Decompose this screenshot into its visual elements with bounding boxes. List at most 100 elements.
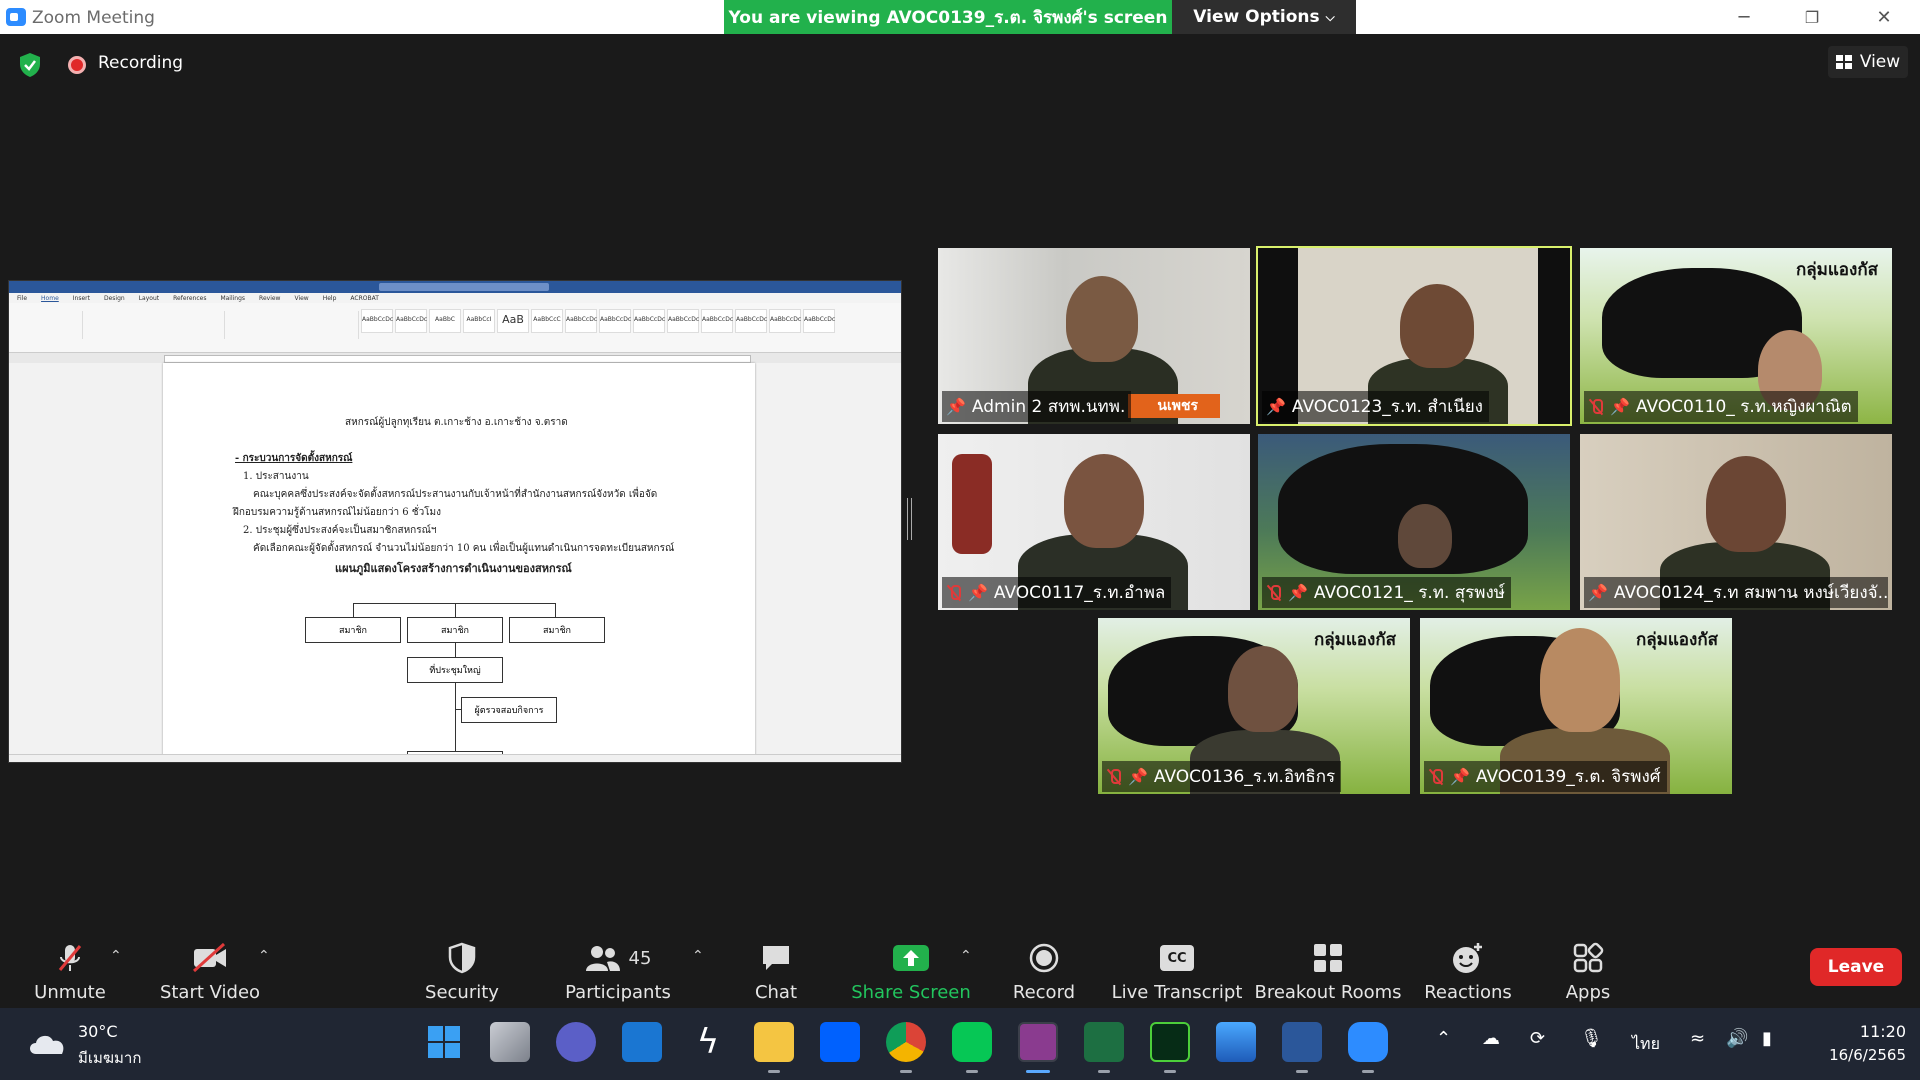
- doc-section-title: - กระบวนการจัดตั้งสหกรณ์: [235, 453, 353, 464]
- onedrive-cloud-icon[interactable]: ☁: [1482, 1028, 1500, 1049]
- clock-date[interactable]: 16/6/2565: [1812, 1046, 1906, 1064]
- participant-name: AVOC0124_ร.ท สมพาน หงษ์เวียงจั...: [1613, 583, 1888, 603]
- record-icon: [1028, 940, 1060, 976]
- teams-chat-icon[interactable]: [556, 1022, 596, 1062]
- restore-button[interactable]: ❐: [1784, 0, 1840, 34]
- weather-description[interactable]: มีเมฆมาก: [78, 1046, 141, 1070]
- video-tile[interactable]: กลุ่มแองกัส 📌 AVOC0139_ร.ต. จิรพงศ์: [1420, 618, 1732, 794]
- line-app-icon[interactable]: [952, 1022, 992, 1062]
- pin-icon: 📌: [1610, 397, 1630, 416]
- participant-name: AVOC0123_ร.ท. สำเนียง: [1291, 397, 1483, 417]
- participant-name-bar: 📌 AVOC0139_ร.ต. จิรพงศ์: [1424, 761, 1667, 792]
- mic-muted-icon: [1588, 398, 1604, 415]
- photos-icon[interactable]: [1216, 1022, 1256, 1062]
- participant-name-bar: 📌 AVOC0136_ร.ท.อิทธิกร: [1102, 761, 1342, 792]
- wifi-icon[interactable]: ≈: [1690, 1028, 1705, 1049]
- word-menu-item: ACROBAT: [350, 294, 379, 302]
- audio-options-caret-icon[interactable]: ⌃: [110, 948, 122, 964]
- participants-caret-icon[interactable]: ⌃: [692, 948, 704, 964]
- sync-icon[interactable]: ⟳: [1530, 1028, 1545, 1049]
- mail-icon[interactable]: [622, 1022, 662, 1062]
- recording-label[interactable]: Recording: [98, 53, 183, 73]
- leave-meeting-button[interactable]: Leave: [1810, 948, 1902, 986]
- view-layout-button[interactable]: View: [1828, 46, 1908, 78]
- reactions-label: Reactions: [1424, 982, 1512, 1003]
- share-options-caret-icon[interactable]: ⌃: [960, 948, 972, 964]
- doc-item-2-body: คัดเลือกคณะผู้จัดตั้งสหกรณ์ จำนวนไม่น้อย…: [253, 543, 675, 554]
- start-button[interactable]: [424, 1022, 464, 1062]
- pin-icon: 📌: [1288, 583, 1308, 602]
- cc-badge: CC: [1160, 945, 1194, 971]
- participant-face: [1064, 454, 1144, 548]
- chat-button[interactable]: Chat: [746, 940, 806, 1006]
- word-menu-bar: File Home Insert Design Layout Reference…: [9, 293, 901, 303]
- running-indicator: [1296, 1070, 1308, 1073]
- org-member-box: สมาชิก: [407, 617, 503, 643]
- style-swatch: AaBbCcDc: [735, 309, 767, 333]
- battery-icon[interactable]: ▮: [1762, 1028, 1772, 1049]
- group-tag-label: กลุ่มแองกัส: [1313, 630, 1396, 650]
- task-view-icon[interactable]: [490, 1022, 530, 1062]
- record-label: Record: [1012, 982, 1076, 1003]
- shared-screen[interactable]: File Home Insert Design Layout Reference…: [8, 280, 902, 763]
- video-tile[interactable]: 📌 AVOC0121_ ร.ท. สุรพงษ์: [1258, 434, 1570, 610]
- window-title: Zoom Meeting: [32, 8, 155, 28]
- pin-icon: 📌: [946, 397, 966, 416]
- live-transcript-button[interactable]: CC Live Transcript: [1112, 940, 1242, 1006]
- participant-name-bar: 📌 AVOC0110_ ร.ท.หญิงผาณิต: [1584, 391, 1858, 422]
- participant-face: [1066, 276, 1138, 362]
- participant-name: AVOC0139_ร.ต. จิรพงศ์: [1475, 767, 1661, 787]
- video-tile[interactable]: 📌 AVOC0117_ร.ท.อำพล: [938, 434, 1250, 610]
- input-language[interactable]: ไทย: [1632, 1032, 1660, 1057]
- video-options-caret-icon[interactable]: ⌃: [258, 948, 270, 964]
- breakout-rooms-icon: [1312, 940, 1344, 976]
- apps-button[interactable]: Apps: [1548, 940, 1628, 1006]
- style-swatch: AaBbCcDc: [633, 309, 665, 333]
- video-tile[interactable]: กลุ่มแองกัส 📌 AVOC0136_ร.ท.อิทธิกร: [1098, 618, 1410, 794]
- close-button[interactable]: ✕: [1856, 0, 1912, 34]
- record-button[interactable]: Record: [1004, 940, 1084, 1006]
- video-tile-active-speaker[interactable]: 📌 AVOC0123_ร.ท. สำเนียง: [1256, 246, 1572, 426]
- participant-name: AVOC0117_ร.ท.อำพล: [993, 583, 1166, 603]
- style-swatch: AaBbC: [429, 309, 461, 333]
- minimize-button[interactable]: ─: [1716, 0, 1772, 34]
- word-menu-item: File: [17, 294, 28, 302]
- split-view-handle[interactable]: [907, 498, 912, 540]
- breakout-rooms-button[interactable]: Breakout Rooms: [1254, 940, 1402, 1006]
- clock-time[interactable]: 11:20: [1846, 1022, 1906, 1041]
- participants-button[interactable]: 45 Participants: [565, 940, 671, 1006]
- closed-caption-icon: CC: [1160, 940, 1194, 976]
- video-tile[interactable]: 📌 AVOC0124_ร.ท สมพาน หงษ์เวียงจั...: [1580, 434, 1892, 610]
- participants-label: Participants: [565, 982, 671, 1003]
- view-options-button[interactable]: View Options ⌵: [1172, 0, 1356, 34]
- participant-name-bar: 📌 AVOC0123_ร.ท. สำเนียง: [1262, 391, 1489, 422]
- chrome-icon[interactable]: [886, 1022, 926, 1062]
- dreamweaver-icon[interactable]: [1150, 1022, 1190, 1062]
- pdf-app-icon[interactable]: [1018, 1022, 1058, 1062]
- org-member-box: สมาชิก: [305, 617, 401, 643]
- dropbox-icon[interactable]: [820, 1022, 860, 1062]
- weather-temperature[interactable]: 30°C: [78, 1022, 118, 1041]
- zoom-icon[interactable]: [1348, 1022, 1388, 1062]
- video-tile[interactable]: กลุ่มแองกัส 📌 AVOC0110_ ร.ท.หญิงผาณิต: [1580, 248, 1892, 424]
- video-tile[interactable]: นเพชร 📌 Admin 2 สทพ.นทพ.: [938, 248, 1250, 424]
- pin-icon: 📌: [1450, 767, 1470, 786]
- unmute-button[interactable]: Unmute: [30, 940, 110, 1006]
- lightning-app-icon[interactable]: ϟ: [688, 1022, 728, 1062]
- cloud-weather-icon[interactable]: [26, 1030, 68, 1056]
- excel-icon[interactable]: [1084, 1022, 1124, 1062]
- encryption-shield-icon[interactable]: [18, 52, 42, 78]
- speaker-volume-icon[interactable]: 🔊: [1726, 1028, 1748, 1049]
- show-hidden-icons-chevron-icon[interactable]: ⌃: [1436, 1028, 1451, 1049]
- participant-name-bar: 📌 AVOC0121_ ร.ท. สุรพงษ์: [1262, 577, 1511, 608]
- word-icon[interactable]: [1282, 1022, 1322, 1062]
- microphone-icon[interactable]: 🎙: [1580, 1028, 1603, 1049]
- security-button[interactable]: Security: [422, 940, 502, 1006]
- file-explorer-icon[interactable]: [754, 1022, 794, 1062]
- share-screen-button[interactable]: Share Screen: [851, 940, 971, 1006]
- reactions-button[interactable]: Reactions: [1418, 940, 1518, 1006]
- participant-face: [1228, 646, 1298, 732]
- participants-icon-group: 45: [585, 940, 651, 976]
- running-indicator: [966, 1070, 978, 1073]
- start-video-button[interactable]: Start Video: [160, 940, 260, 1006]
